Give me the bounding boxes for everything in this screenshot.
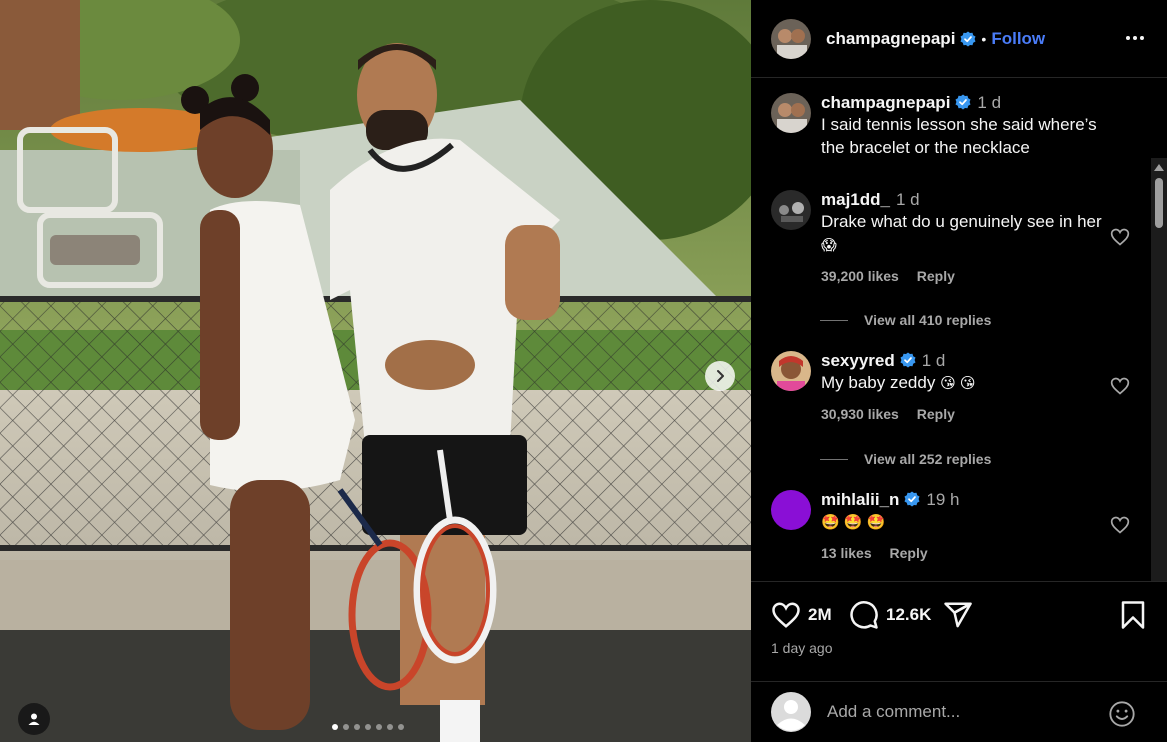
comment-icon [850,601,878,629]
reply-button[interactable]: Reply [917,406,955,422]
heart-icon[interactable] [1110,515,1130,535]
comment-username[interactable]: champagnepapi [821,93,950,112]
chevron-right-icon [717,370,724,382]
verified-badge-icon [960,31,976,46]
user-tag-icon [28,713,40,725]
comment-text: 🤩 🤩 🤩 [821,510,1121,534]
comment-emoji: 😘 😘 [940,375,976,392]
share-icon [944,602,972,628]
post-actions: 2M 12.6K 1 day ago [751,581,1167,681]
comment-likes[interactable]: 13 likes [821,545,872,561]
comment-text: Drake what do u genuinely see in her 😱 [821,210,1121,257]
comment-meta: 39,200 likes Reply [821,268,1121,284]
caption-body: champagnepapi 1 d I said tennis lesson sh… [821,93,1121,159]
view-replies-label: View all 410 replies [864,312,992,328]
commenter-avatar[interactable] [771,190,811,230]
comment-emoji: 🤩 🤩 🤩 [821,514,886,531]
post-sidebar: champagnepapi • Follow champagnepapi 1 d… [751,0,1167,742]
heart-icon[interactable] [1110,376,1130,396]
comment-button[interactable]: 12.6K [849,600,931,630]
post-header: champagnepapi • Follow [751,0,1167,78]
replies-divider [820,458,848,460]
view-replies-label: View all 252 replies [864,451,992,467]
like-button[interactable]: 2M [771,600,832,630]
carousel-dot [332,724,338,730]
comment-time[interactable]: 19 h [926,490,959,509]
reply-button[interactable]: Reply [890,545,928,561]
heart-icon [772,602,800,628]
reply-button[interactable]: Reply [917,268,955,284]
verified-badge-icon [900,352,916,368]
comment-scrollbar[interactable] [1151,158,1167,581]
author-username[interactable]: champagnepapi [826,29,955,49]
comment-body: sexyyred 1 d My baby zeddy 😘 😘 30,930 lik… [821,351,1121,422]
comment-time[interactable]: 1 d [922,351,946,370]
scroll-up-arrow[interactable] [1154,164,1164,171]
current-user-avatar[interactable] [771,692,811,732]
commenter-avatar[interactable] [771,490,811,530]
heart-icon[interactable] [1110,227,1130,247]
bookmark-icon [1121,601,1145,629]
carousel-dot [365,724,371,730]
commenter-avatar[interactable] [771,351,811,391]
comment-username[interactable]: sexyyred [821,351,895,370]
replies-divider [820,319,848,321]
add-comment-bar [751,681,1167,742]
author-avatar[interactable] [771,18,811,59]
avatar-image [771,190,811,230]
comment-username[interactable]: mihlalii_n [821,490,899,509]
view-replies-button[interactable]: View all 252 replies [820,451,991,467]
follow-button[interactable]: Follow [991,29,1045,49]
comment-body: maj1dd_ 1 d Drake what do u genuinely see… [821,190,1121,284]
action-bar: 2M 12.6K [771,600,1147,630]
comment-time[interactable]: 1 d [896,190,920,209]
carousel-dot [343,724,349,730]
caption-author-avatar[interactable] [771,93,811,133]
avatar-image [771,18,811,59]
header-separator: • [981,30,987,47]
avatar-image [771,351,811,391]
emoji-icon[interactable] [1108,700,1136,728]
comment-username[interactable]: maj1dd_ [821,190,890,209]
comment-text-body: Drake what do u genuinely see in her [821,212,1102,231]
carousel-dot [387,724,393,730]
caption-text: I said tennis lesson she said where’s th… [821,115,1097,157]
comment-meta: 13 likes Reply [821,545,1121,561]
verified-badge-icon [955,94,971,110]
comment-emoji: 😱 [821,237,837,254]
avatar-image [771,93,811,133]
comment-count[interactable]: 12.6K [886,605,931,625]
share-button[interactable] [943,600,973,630]
comment-body: mihlalii_n 19 h 🤩 🤩 🤩 13 likes Reply [821,490,1121,561]
carousel-dot [398,724,404,730]
post-date[interactable]: 1 day ago [771,640,833,656]
save-button[interactable] [1120,600,1146,630]
comment-likes[interactable]: 39,200 likes [821,268,899,284]
comment-likes[interactable]: 30,930 likes [821,406,899,422]
user-tags-button[interactable] [18,703,50,735]
carousel-indicator [332,724,404,730]
view-replies-button[interactable]: View all 410 replies [820,312,991,328]
scroll-thumb[interactable] [1155,178,1163,228]
carousel-dot [376,724,382,730]
post-photo[interactable] [0,0,751,742]
photo-image [0,0,751,742]
like-count[interactable]: 2M [808,605,832,625]
comment-list[interactable]: champagnepapi 1 d I said tennis lesson sh… [751,79,1167,581]
carousel-dot [354,724,360,730]
comment-meta: 30,930 likes Reply [821,406,1121,422]
comment-text-body: My baby zeddy [821,373,936,392]
comment-text: My baby zeddy 😘 😘 [821,371,1121,395]
next-photo-button[interactable] [705,361,735,391]
more-icon[interactable] [1125,28,1145,48]
comment-input[interactable] [827,702,1097,722]
verified-badge-icon [904,491,920,507]
comment-time[interactable]: 1 d [977,93,1001,112]
